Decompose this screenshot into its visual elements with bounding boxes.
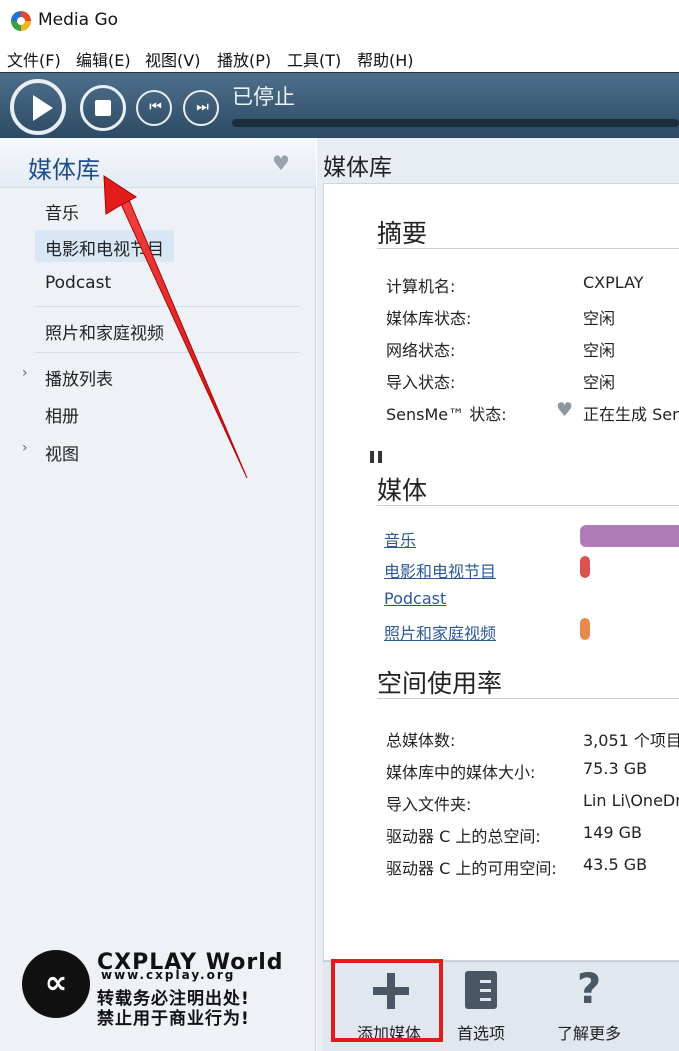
summary-value: 空闲 [583, 309, 616, 328]
progress-slider[interactable] [232, 119, 679, 127]
menu-help[interactable]: 帮助(H) [357, 47, 414, 71]
preferences-button[interactable]: 首选项 [453, 962, 509, 1051]
space-value: 3,051 个项目 [583, 731, 679, 750]
playback-status: 已停止 [232, 85, 295, 109]
menu-play[interactable]: 播放(P) [217, 47, 271, 71]
summary-label: 网络状态: [386, 341, 456, 360]
space-value: 149 GB [583, 823, 642, 842]
watermark-notice: 禁止用于商业行为! [97, 1009, 250, 1029]
media-link-music[interactable]: 音乐 [384, 527, 416, 551]
summary-label: SensMe™ 状态: [386, 405, 507, 424]
menu-tools[interactable]: 工具(T) [287, 47, 341, 71]
space-value: 75.3 GB [583, 759, 648, 778]
sidebar-item-music[interactable]: 音乐 [45, 199, 79, 224]
learn-more-label: 了解更多 [556, 1024, 621, 1043]
chevron-right-icon[interactable]: › [22, 440, 28, 456]
page-title: 媒体库 [323, 155, 392, 181]
sidebar-divider [35, 306, 300, 307]
cxplay-logo: ∝ [22, 950, 90, 1018]
sensme-heart-icon[interactable]: ♥ [272, 153, 294, 173]
section-divider [377, 698, 679, 699]
space-label: 总媒体数: [386, 731, 456, 750]
space-value: 43.5 GB [583, 855, 648, 874]
space-label: 导入文件夹: [386, 795, 472, 814]
window-title: Media Go [38, 10, 119, 30]
sidebar-item-playlists[interactable]: 播放列表 [45, 365, 113, 390]
menu-view[interactable]: 视图(V) [145, 47, 200, 71]
space-value: Lin Li\OneDrive [583, 791, 679, 810]
summary-value: 正在生成 SensMe [583, 405, 679, 424]
section-divider [377, 505, 679, 506]
learn-more-button[interactable]: ? 了解更多 [551, 962, 627, 1051]
summary-value: 空闲 [583, 341, 616, 360]
space-label: 媒体库中的媒体大小: [386, 763, 536, 782]
skip-back-icon: ⏮ [149, 99, 162, 115]
media-heading: 媒体 [377, 476, 428, 505]
sidebar-item-podcast[interactable]: Podcast [45, 273, 111, 293]
chevron-right-icon[interactable]: › [22, 365, 28, 381]
menu-file[interactable]: 文件(F) [7, 47, 61, 71]
previous-track-button[interactable]: ⏮ [136, 90, 172, 126]
media-link-photos[interactable]: 照片和家庭视频 [384, 620, 496, 644]
player-controls: ⏮ ⏭ 已停止 [0, 72, 679, 138]
preferences-label: 首选项 [456, 1024, 505, 1043]
sidebar-item-views[interactable]: 视图 [45, 440, 79, 465]
section-divider [377, 248, 679, 249]
sidebar-divider [35, 352, 300, 353]
photos-usage-bar [580, 618, 590, 640]
menu-bar: 文件(F) 编辑(E) 视图(V) 播放(P) 工具(T) 帮助(H) [0, 42, 679, 72]
space-label: 驱动器 C 上的可用空间: [386, 859, 557, 878]
stop-button[interactable] [80, 85, 126, 131]
title-bar: Media Go [0, 0, 679, 42]
media-link-podcast[interactable]: Podcast [384, 589, 446, 608]
watermark-url: www.cxplay.org [101, 968, 236, 982]
question-mark-icon: ? [576, 964, 602, 1013]
summary-label: 媒体库状态: [386, 309, 472, 328]
space-usage-heading: 空间使用率 [377, 669, 503, 698]
library-title: 媒体库 [28, 156, 100, 184]
bottom-toolbar: 添加媒体 首选项 ? 了解更多 [323, 959, 679, 1051]
summary-heading: 摘要 [377, 219, 428, 248]
movies-usage-bar [580, 556, 590, 578]
sidebar-item-photos[interactable]: 照片和家庭视频 [45, 319, 164, 344]
checklist-icon [465, 971, 497, 1009]
next-track-button[interactable]: ⏭ [183, 90, 219, 126]
sidebar-item-albums[interactable]: 相册 [45, 402, 79, 427]
menu-edit[interactable]: 编辑(E) [76, 47, 131, 71]
sidebar: 媒体库 ♥ 音乐 电影和电视节目 Podcast 照片和家庭视频 › 播放列表 … [0, 138, 316, 1051]
summary-label: 导入状态: [386, 373, 456, 392]
summary-label: 计算机名: [386, 277, 456, 296]
space-label: 驱动器 C 上的总空间: [386, 827, 541, 846]
library-header[interactable]: 媒体库 ♥ [0, 138, 316, 188]
pause-icon[interactable]: ❚❚ [367, 449, 385, 463]
summary-value: 空闲 [583, 373, 616, 392]
music-usage-bar [580, 525, 679, 547]
library-overview-card: 摘要 计算机名: CXPLAY 媒体库状态: 空闲 网络状态: 空闲 导入状态:… [323, 183, 679, 961]
media-link-movies[interactable]: 电影和电视节目 [384, 558, 496, 582]
play-button[interactable] [10, 79, 66, 135]
main-panel: 媒体库 摘要 计算机名: CXPLAY 媒体库状态: 空闲 网络状态: 空闲 导… [317, 138, 679, 1051]
summary-value: CXPLAY [583, 273, 644, 292]
media-go-app-icon [11, 11, 31, 31]
sidebar-item-movies[interactable]: 电影和电视节目 [45, 235, 164, 260]
skip-forward-icon: ⏭ [196, 99, 209, 115]
sensme-heart-icon: ♥ [556, 399, 574, 421]
annotation-highlight-box [331, 959, 443, 1042]
